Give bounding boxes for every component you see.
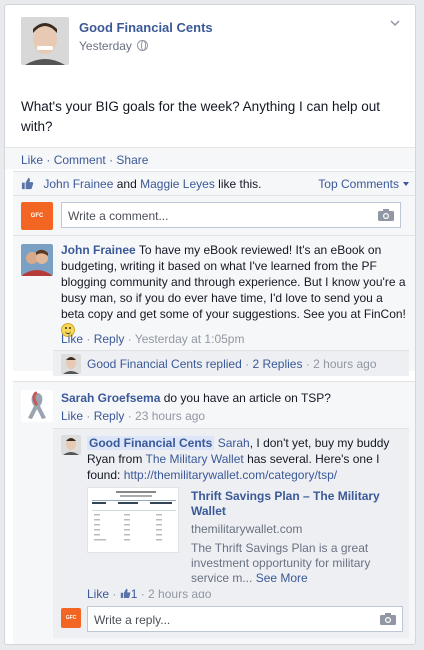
comment-composer: GFC Write a comment... bbox=[13, 195, 415, 235]
post-time-text[interactable]: Yesterday bbox=[79, 39, 132, 53]
reply-input[interactable]: Write a reply... bbox=[87, 606, 403, 632]
reply-body: Good Financial Cents Sarah, I don't yet,… bbox=[87, 435, 403, 483]
comment-item: John Frainee To have my eBook reviewed! … bbox=[13, 235, 415, 376]
action-bar: Like · Comment · Share bbox=[5, 147, 415, 169]
top-comments-label[interactable]: Top Comments bbox=[318, 177, 399, 191]
reply-item: Good Financial Cents Sarah, I don't yet,… bbox=[53, 428, 409, 601]
reply-author-name[interactable]: Good Financial Cents bbox=[87, 436, 215, 450]
comment-time[interactable]: 23 hours ago bbox=[135, 409, 205, 423]
likes-suffix: like this. bbox=[218, 177, 262, 191]
military-wallet-link[interactable]: The Military Wallet bbox=[145, 452, 243, 466]
separator: · bbox=[46, 153, 51, 167]
comment-body: John Frainee To have my eBook reviewed! … bbox=[61, 242, 409, 338]
replies-summary[interactable]: Good Financial Cents replied · 2 Replies… bbox=[53, 350, 409, 376]
camera-icon[interactable] bbox=[380, 613, 396, 625]
commenter-name[interactable]: John Frainee bbox=[61, 243, 136, 257]
reply-author-avatar[interactable] bbox=[61, 435, 81, 455]
chevron-down-icon[interactable] bbox=[389, 17, 401, 29]
comment-body: Sarah Groefsema do you have an article o… bbox=[61, 390, 409, 406]
replied-page-link[interactable]: Good Financial Cents replied bbox=[87, 357, 242, 371]
thumbs-up-icon bbox=[21, 177, 34, 190]
commenter-avatar[interactable] bbox=[21, 390, 53, 422]
commenter-name[interactable]: Sarah Groefsema bbox=[61, 391, 160, 405]
page-avatar[interactable] bbox=[21, 17, 69, 65]
user-avatar: GFC bbox=[21, 202, 53, 230]
tsp-url-link[interactable]: http://themilitarywallet.com/category/ts… bbox=[124, 468, 337, 482]
liker-link[interactable]: John Frainee bbox=[43, 177, 113, 191]
comment-input[interactable]: Write a comment... bbox=[61, 202, 401, 228]
likes-summary: John Frainee and Maggie Leyes like this.… bbox=[13, 171, 415, 195]
comment-reply-link[interactable]: Reply bbox=[94, 332, 125, 346]
separator: · bbox=[109, 153, 114, 167]
post-card: Good Financial Cents Yesterday What's yo… bbox=[4, 4, 416, 645]
reply-placeholder: Write a reply... bbox=[94, 613, 171, 627]
top-comments-dropdown[interactable]: Top Comments bbox=[318, 177, 409, 191]
comment-like-link[interactable]: Like bbox=[61, 332, 83, 346]
comment-meta: Like · Reply · 23 hours ago bbox=[61, 409, 206, 423]
liker-link[interactable]: Maggie Leyes bbox=[140, 177, 215, 191]
post-text: What's your BIG goals for the week? Anyt… bbox=[21, 99, 381, 134]
comment-link[interactable]: Comment bbox=[54, 153, 106, 167]
user-avatar: GFC bbox=[61, 608, 81, 628]
caret-down-icon bbox=[403, 182, 409, 186]
share-link[interactable]: Share bbox=[116, 153, 148, 167]
comment-like-link[interactable]: Like bbox=[61, 409, 83, 423]
page-name-link[interactable]: Good Financial Cents bbox=[79, 20, 213, 35]
like-link[interactable]: Like bbox=[21, 153, 43, 167]
comment-time[interactable]: Yesterday at 1:05pm bbox=[135, 332, 245, 346]
link-preview-title[interactable]: Thrift Savings Plan – The Military Walle… bbox=[191, 489, 403, 519]
comment-item: Sarah Groefsema do you have an article o… bbox=[13, 381, 415, 644]
link-preview-domain: themilitarywallet.com bbox=[191, 522, 303, 536]
link-preview-thumbnail[interactable] bbox=[87, 487, 179, 553]
post-timestamp[interactable]: Yesterday bbox=[79, 39, 148, 53]
post-header: Good Financial Cents Yesterday bbox=[21, 17, 401, 73]
replies-time: 2 hours ago bbox=[313, 357, 377, 371]
replies-summary-text: Good Financial Cents replied · 2 Replies… bbox=[87, 357, 377, 371]
comment-placeholder: Write a comment... bbox=[68, 209, 169, 223]
comment-text: do you have an article on TSP? bbox=[163, 391, 331, 405]
mention-link[interactable]: Sarah bbox=[218, 436, 250, 450]
reply-author-avatar bbox=[61, 354, 81, 374]
camera-icon[interactable] bbox=[378, 209, 394, 221]
likes-and: and bbox=[116, 177, 137, 191]
view-replies-link[interactable]: 2 Replies bbox=[252, 357, 302, 371]
comment-meta: Like · Reply · Yesterday at 1:05pm bbox=[61, 332, 245, 346]
see-more-link[interactable]: See More bbox=[256, 571, 308, 585]
reply-composer: GFC Write a reply... bbox=[53, 598, 409, 638]
commenter-avatar[interactable] bbox=[21, 244, 53, 276]
link-preview-description: The Thrift Savings Plan is a great inves… bbox=[191, 541, 399, 586]
globe-icon bbox=[136, 40, 148, 51]
comment-reply-link[interactable]: Reply bbox=[94, 409, 125, 423]
